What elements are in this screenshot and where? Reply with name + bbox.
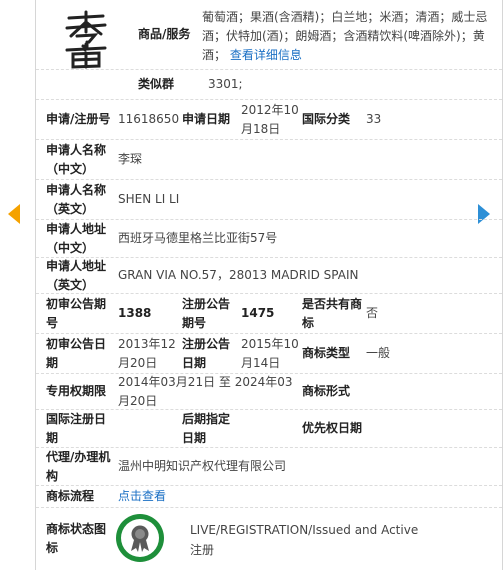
applicant-en-row: 申请人名称（英文） SHEN LI LI [36, 180, 502, 220]
tm-type-label: 商标类型 [302, 346, 351, 360]
reg-no-label: 申请/注册号 [46, 112, 111, 126]
status-row: 商标状态图标 LIVE/REGISTRATION/Issued and Acti… [36, 508, 502, 570]
applicant-en-label: 申请人名称（英文） [46, 182, 107, 216]
similar-group-row: 类似群 3301; [36, 70, 502, 100]
agent-row: 代理/办理机构 温州中明知识产权代理有限公司 [36, 448, 502, 486]
agent-value: 温州中明知识产权代理有限公司 [118, 459, 287, 473]
similar-group-value: 3301; [208, 77, 243, 91]
tm-type-value: 一般 [366, 346, 391, 360]
prelim-issue-label: 初审公告期号 [46, 296, 107, 330]
process-label: 商标流程 [46, 489, 95, 503]
reg-date-label: 注册公告日期 [182, 336, 231, 370]
registered-ribbon-icon [116, 514, 164, 562]
reg-no-value: 11618650 [118, 112, 180, 126]
address-en-row: 申请人地址（英文） GRAN VIA NO.57，28013 MADRID SP… [36, 258, 502, 294]
applicant-en-value: SHEN LI LI [118, 192, 180, 206]
address-cn-row: 申请人地址（中文） 西班牙马德里格兰比亚街57号 [36, 220, 502, 258]
exclusive-row: 专用权期限 2014年03月21日 至 2024年03月20日 商标形式 [36, 374, 502, 410]
reg-issue-value: 1475 [241, 306, 275, 320]
applicant-cn-row: 申请人名称（中文） 李琛 [36, 140, 502, 180]
trademark-detail-sheet: 商品/服务 葡萄酒；果酒(含酒精)；白兰地；米酒；清酒；威士忌酒；伏特加(酒)；… [35, 0, 503, 570]
tm-form-label: 商标形式 [302, 384, 351, 398]
goods-value: 葡萄酒；果酒(含酒精)；白兰地；米酒；清酒；威士忌酒；伏特加(酒)；朗姆酒；含酒… [202, 0, 494, 69]
intl-dates-row: 国际注册日期 后期指定日期 优先权日期 [36, 410, 502, 448]
goods-detail-link[interactable]: 查看详细信息 [230, 48, 302, 62]
intl-reg-date-label: 国际注册日期 [46, 411, 107, 445]
arrow-left-icon[interactable] [8, 204, 20, 224]
goods-row: 商品/服务 葡萄酒；果酒(含酒精)；白兰地；米酒；清酒；威士忌酒；伏特加(酒)；… [36, 0, 502, 70]
dates-row: 初审公告日期 2013年12月20日 注册公告日期 2015年10月14日 商标… [36, 334, 502, 374]
shared-value: 否 [366, 306, 379, 320]
applicant-cn-label: 申请人名称（中文） [46, 142, 107, 176]
exclusive-period-label: 专用权期限 [46, 384, 107, 398]
apply-date-value: 2012年10月18日 [241, 102, 299, 136]
agent-label: 代理/办理机构 [46, 449, 111, 483]
intl-class-label: 国际分类 [302, 112, 351, 126]
similar-group-label: 类似群 [138, 77, 175, 91]
status-text: LIVE/REGISTRATION/Issued and Active 注册 [190, 508, 490, 570]
prelim-issue-value: 1388 [118, 306, 152, 320]
address-en-value: GRAN VIA NO.57，28013 MADRID SPAIN [118, 268, 359, 282]
exclusive-period-value: 2014年03月21日 至 2024年03月20日 [118, 374, 293, 408]
process-link[interactable]: 点击查看 [118, 486, 218, 507]
shared-label: 是否共有商标 [302, 296, 363, 330]
reg-no-row: 申请/注册号 11618650 申请日期 2012年10月18日 国际分类 33 [36, 100, 502, 140]
intl-class-value: 33 [366, 112, 382, 126]
applicant-cn-value: 李琛 [118, 152, 143, 166]
address-en-label: 申请人地址（英文） [46, 258, 107, 292]
prelim-date-label: 初审公告日期 [46, 336, 107, 370]
address-cn-label: 申请人地址（中文） [46, 221, 107, 255]
later-date-label: 后期指定日期 [182, 411, 231, 445]
intl-reg-date-value [118, 410, 178, 447]
goods-label: 商品/服务 [138, 27, 191, 41]
later-date-value [241, 410, 301, 447]
tm-form-value [366, 374, 446, 409]
process-row: 商标流程 点击查看 [36, 486, 502, 508]
apply-date-label: 申请日期 [182, 112, 231, 126]
status-line-en: LIVE/REGISTRATION/Issued and Active [190, 523, 419, 537]
reg-date-value: 2015年10月14日 [241, 336, 299, 370]
status-label: 商标状态图标 [46, 522, 107, 555]
status-line-cn: 注册 [190, 543, 215, 557]
address-cn-value: 西班牙马德里格兰比亚街57号 [118, 231, 278, 245]
prelim-date-value: 2013年12月20日 [118, 336, 176, 370]
issue-row: 初审公告期号 1388 注册公告期号 1475 是否共有商标 否 [36, 294, 502, 334]
reg-issue-label: 注册公告期号 [182, 296, 231, 330]
priority-date-label: 优先权日期 [302, 421, 363, 435]
trademark-logo [42, 8, 132, 72]
priority-date-value [376, 410, 436, 447]
